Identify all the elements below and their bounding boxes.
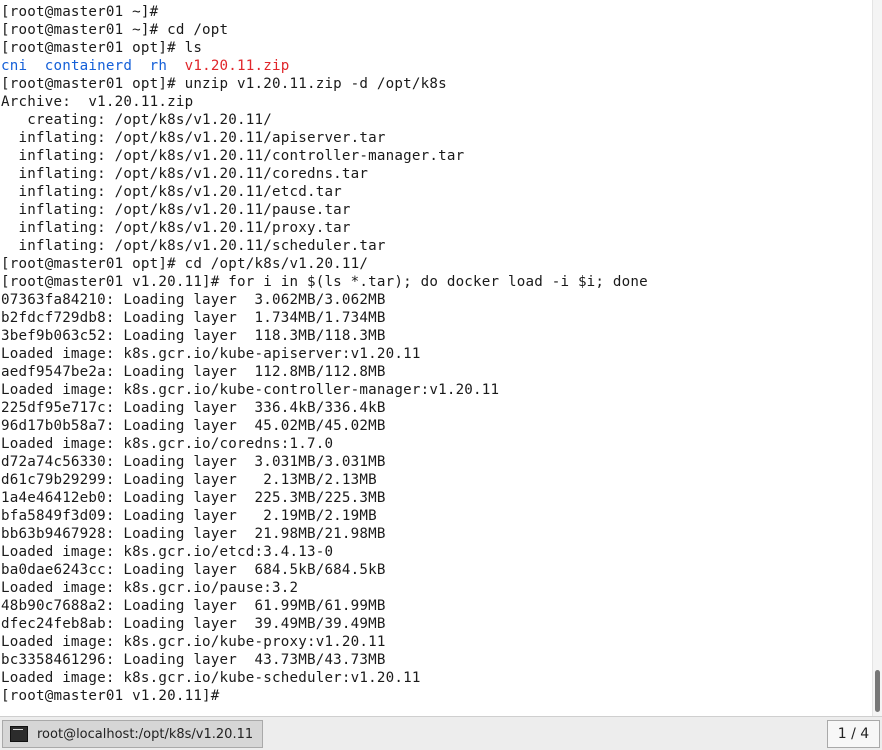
terminal-line: bfa5849f3d09: Loading layer 2.19MB/2.19M… [1, 508, 377, 524]
terminal-line: 1a4e46412eb0: Loading layer 225.3MB/225.… [1, 490, 386, 506]
terminal-line: [root@master01 v1.20.11]# for i in $(ls … [1, 274, 648, 290]
terminal-line: Loaded image: k8s.gcr.io/kube-apiserver:… [1, 346, 421, 362]
terminal-icon [10, 726, 28, 742]
terminal-line: 48b90c7688a2: Loading layer 61.99MB/61.9… [1, 598, 386, 614]
ls-separator [167, 58, 184, 74]
terminal-line: inflating: /opt/k8s/v1.20.11/proxy.tar [1, 220, 351, 236]
terminal-line: Loaded image: k8s.gcr.io/etcd:3.4.13-0 [1, 544, 334, 560]
terminal-line: [root@master01 opt]# cd /opt/k8s/v1.20.1… [1, 256, 369, 272]
terminal-prompt-line[interactable]: [root@master01 v1.20.11]# [1, 687, 648, 705]
terminal-line: inflating: /opt/k8s/v1.20.11/pause.tar [1, 202, 351, 218]
directory-cni: cni [1, 58, 28, 74]
terminal-line: Loaded image: k8s.gcr.io/kube-proxy:v1.2… [1, 634, 386, 650]
taskbar-window-button[interactable]: root@localhost:/opt/k8s/v1.20.11 [2, 720, 263, 748]
taskbar-window-title: root@localhost:/opt/k8s/v1.20.11 [37, 726, 254, 742]
terminal-line: Loaded image: k8s.gcr.io/pause:3.2 [1, 580, 299, 596]
archive-file: v1.20.11.zip [184, 58, 290, 74]
terminal-line: [root@master01 opt]# unzip v1.20.11.zip … [1, 76, 447, 92]
terminal-line: ba0dae6243cc: Loading layer 684.5kB/684.… [1, 562, 386, 578]
directory-rh: rh [149, 58, 168, 74]
terminal-line: inflating: /opt/k8s/v1.20.11/coredns.tar [1, 166, 369, 182]
terminal-line: Loaded image: k8s.gcr.io/coredns:1.7.0 [1, 436, 334, 452]
directory-containerd: containerd [44, 58, 133, 74]
terminal-line: inflating: /opt/k8s/v1.20.11/scheduler.t… [1, 238, 386, 254]
terminal-line: [root@master01 opt]# ls [1, 40, 203, 56]
terminal-line: [root@master01 ~]# [1, 4, 168, 20]
workspace-switcher[interactable]: 1 / 4 [827, 720, 880, 748]
terminal-line: creating: /opt/k8s/v1.20.11/ [1, 112, 272, 128]
terminal-line: inflating: /opt/k8s/v1.20.11/apiserver.t… [1, 130, 386, 146]
terminal-line: 96d17b0b58a7: Loading layer 45.02MB/45.0… [1, 418, 386, 434]
terminal-line: aedf9547be2a: Loading layer 112.8MB/112.… [1, 364, 386, 380]
ls-output-line: cni containerd rh v1.20.11.zip [1, 57, 648, 75]
terminal-window[interactable]: [root@master01 ~]# [root@master01 ~]# cd… [0, 0, 872, 716]
terminal-line: d61c79b29299: Loading layer 2.13MB/2.13M… [1, 472, 377, 488]
terminal-line: Loaded image: k8s.gcr.io/kube-scheduler:… [1, 670, 421, 686]
terminal-scrollbar[interactable] [872, 0, 882, 716]
terminal-line: Archive: v1.20.11.zip [1, 94, 194, 110]
terminal-line: Loaded image: k8s.gcr.io/kube-controller… [1, 382, 500, 398]
terminal-line: dfec24feb8ab: Loading layer 39.49MB/39.4… [1, 616, 386, 632]
terminal-output[interactable]: [root@master01 ~]# [root@master01 ~]# cd… [1, 3, 648, 705]
ls-separator [27, 58, 44, 74]
ls-separator [132, 58, 149, 74]
scrollbar-thumb[interactable] [875, 670, 880, 712]
terminal-line: b2fdcf729db8: Loading layer 1.734MB/1.73… [1, 310, 386, 326]
taskbar: root@localhost:/opt/k8s/v1.20.11 1 / 4 [0, 716, 882, 750]
terminal-line: 07363fa84210: Loading layer 3.062MB/3.06… [1, 292, 386, 308]
terminal-line: [root@master01 ~]# cd /opt [1, 22, 229, 38]
terminal-line: inflating: /opt/k8s/v1.20.11/etcd.tar [1, 184, 342, 200]
terminal-line: bc3358461296: Loading layer 43.73MB/43.7… [1, 652, 386, 668]
terminal-line: 225df95e717c: Loading layer 336.4kB/336.… [1, 400, 386, 416]
terminal-line: 3bef9b063c52: Loading layer 118.3MB/118.… [1, 328, 386, 344]
terminal-line: inflating: /opt/k8s/v1.20.11/controller-… [1, 148, 465, 164]
terminal-line: bb63b9467928: Loading layer 21.98MB/21.9… [1, 526, 386, 542]
terminal-line: d72a74c56330: Loading layer 3.031MB/3.03… [1, 454, 386, 470]
